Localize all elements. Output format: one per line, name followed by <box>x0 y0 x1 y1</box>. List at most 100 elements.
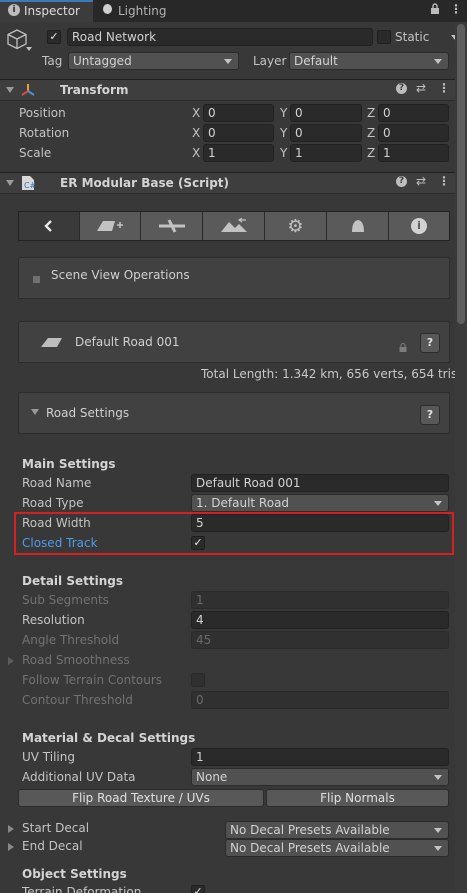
tab-lighting[interactable]: Lighting <box>93 0 193 22</box>
axis-y-label[interactable]: Y <box>280 126 287 140</box>
gameobject-name-input[interactable]: Road Network <box>67 28 373 46</box>
layer-dropdown[interactable]: Default <box>289 52 449 70</box>
foldout-arrow-icon[interactable] <box>8 843 14 851</box>
additional-uv-dropdown[interactable]: None <box>191 768 449 786</box>
gear-icon: ⚙ <box>287 215 304 237</box>
axis-x-label[interactable]: X <box>192 126 200 140</box>
terrain-deformation-label: Terrain Deformation <box>22 885 142 893</box>
cube-icon <box>6 28 28 50</box>
scale-z-input[interactable]: 1 <box>378 144 449 162</box>
road-name-input[interactable]: Default Road 001 <box>191 474 449 492</box>
road-help-button[interactable]: ? <box>420 333 440 353</box>
chevron-down-icon <box>434 775 442 780</box>
resolution-input[interactable]: 4 <box>191 611 449 629</box>
road-smoothness-label[interactable]: Road Smoothness <box>22 653 130 667</box>
terrain-deformation-checkbox[interactable]: ✓ <box>191 885 205 893</box>
road-width-label: Road Width <box>22 516 91 530</box>
export-button[interactable] <box>327 212 389 240</box>
road-type-value: 1. Default Road <box>196 496 290 510</box>
add-road-button[interactable] <box>80 212 141 240</box>
junction-icon <box>158 219 185 233</box>
start-decal-dropdown[interactable]: No Decal Presets Available <box>225 821 449 839</box>
road-width-input[interactable]: 5 <box>191 514 449 532</box>
object-settings-title: Object Settings <box>22 867 127 881</box>
closed-track-checkbox[interactable]: ✓ <box>191 536 205 550</box>
arrow-left-icon <box>44 220 52 232</box>
road-settings-help-button[interactable]: ? <box>420 405 440 425</box>
connection-button[interactable] <box>141 212 203 240</box>
road-type-dropdown[interactable]: 1. Default Road <box>191 494 449 512</box>
layer-label: Layer <box>253 54 287 68</box>
foldout-arrow-icon[interactable] <box>6 87 14 93</box>
resolution-label: Resolution <box>22 613 85 627</box>
tab-lighting-label: Lighting <box>118 4 167 18</box>
road-add-icon <box>97 221 123 231</box>
scale-y-input[interactable]: 1 <box>290 144 362 162</box>
road-settings-label: Road Settings <box>46 406 130 420</box>
scale-label: Scale <box>19 146 52 160</box>
flip-normals-button[interactable]: Flip Normals <box>266 789 449 807</box>
info-button[interactable]: i <box>389 212 449 240</box>
help-icon[interactable]: ? <box>396 83 407 94</box>
start-decal-label[interactable]: Start Decal <box>22 821 89 835</box>
kebab-menu-icon[interactable]: ⋮ <box>438 174 450 188</box>
axis-y-label[interactable]: Y <box>280 146 287 160</box>
axis-x-label[interactable]: X <box>192 106 200 120</box>
sub-segments-label: Sub Segments <box>22 593 109 607</box>
kebab-menu-icon[interactable]: ⋮ <box>438 81 450 95</box>
position-y-input[interactable]: 0 <box>290 104 362 122</box>
position-label: Position <box>19 106 66 120</box>
transform-axes-icon <box>20 82 36 98</box>
kebab-menu-icon[interactable]: ⋮ <box>450 2 462 16</box>
static-checkbox[interactable] <box>377 30 391 44</box>
position-z-input[interactable]: 0 <box>378 104 449 122</box>
tag-dropdown[interactable]: Untagged <box>68 52 239 70</box>
follow-terrain-contours-label: Follow Terrain Contours <box>22 673 163 687</box>
terrain-button[interactable] <box>203 212 265 240</box>
sub-segments-input: 1 <box>191 591 449 609</box>
road-segment-icon <box>40 336 64 348</box>
foldout-arrow-icon[interactable] <box>8 825 14 833</box>
back-button[interactable] <box>19 212 80 240</box>
chevron-down-icon <box>434 501 442 506</box>
end-decal-dropdown[interactable]: No Decal Presets Available <box>225 839 449 857</box>
script-title: ER Modular Base (Script) <box>60 176 230 190</box>
script-file-icon: C# <box>21 175 37 191</box>
additional-uv-label: Additional UV Data <box>22 770 136 784</box>
square-bullet-icon <box>33 276 40 283</box>
axis-x-label[interactable]: X <box>192 146 200 160</box>
position-x-input[interactable]: 0 <box>203 104 274 122</box>
uv-tiling-label: UV Tiling <box>22 750 75 764</box>
rotation-x-input[interactable]: 0 <box>203 124 274 142</box>
info-icon: i <box>411 218 427 234</box>
scale-x-input[interactable]: 1 <box>203 144 274 162</box>
detail-settings-title: Detail Settings <box>22 574 123 588</box>
active-checkbox[interactable]: ✓ <box>47 30 61 44</box>
scrollbar-thumb[interactable] <box>457 24 465 324</box>
axis-z-label[interactable]: Z <box>367 106 375 120</box>
tag-value: Untagged <box>73 54 132 68</box>
contour-threshold-input: 0 <box>191 691 449 709</box>
tab-inspector[interactable]: i Inspector <box>0 0 93 22</box>
preset-settings-icon[interactable]: ⇄ <box>416 81 426 95</box>
rotation-z-input[interactable]: 0 <box>378 124 449 142</box>
axis-y-label[interactable]: Y <box>280 106 287 120</box>
flip-road-texture-button[interactable]: Flip Road Texture / UVs <box>18 789 264 807</box>
settings-button[interactable]: ⚙ <box>265 212 327 240</box>
cube-dropdown-arrow-icon[interactable] <box>26 47 32 51</box>
rotation-label: Rotation <box>19 126 70 140</box>
start-decal-value: No Decal Presets Available <box>230 823 390 837</box>
end-decal-label[interactable]: End Decal <box>22 839 83 853</box>
uv-tiling-input[interactable]: 1 <box>191 748 449 766</box>
foldout-arrow-icon[interactable] <box>6 180 14 186</box>
foldout-arrow-icon[interactable] <box>8 657 14 665</box>
axis-z-label[interactable]: Z <box>367 126 375 140</box>
tab-inspector-label: Inspector <box>24 4 80 18</box>
lock-icon[interactable] <box>430 3 440 15</box>
axis-z-label[interactable]: Z <box>367 146 375 160</box>
rotation-y-input[interactable]: 0 <box>290 124 362 142</box>
help-icon[interactable]: ? <box>396 176 407 187</box>
road-name-display: Default Road 001 <box>75 335 180 349</box>
preset-settings-icon[interactable]: ⇄ <box>416 174 426 188</box>
lock-icon[interactable] <box>399 341 407 352</box>
